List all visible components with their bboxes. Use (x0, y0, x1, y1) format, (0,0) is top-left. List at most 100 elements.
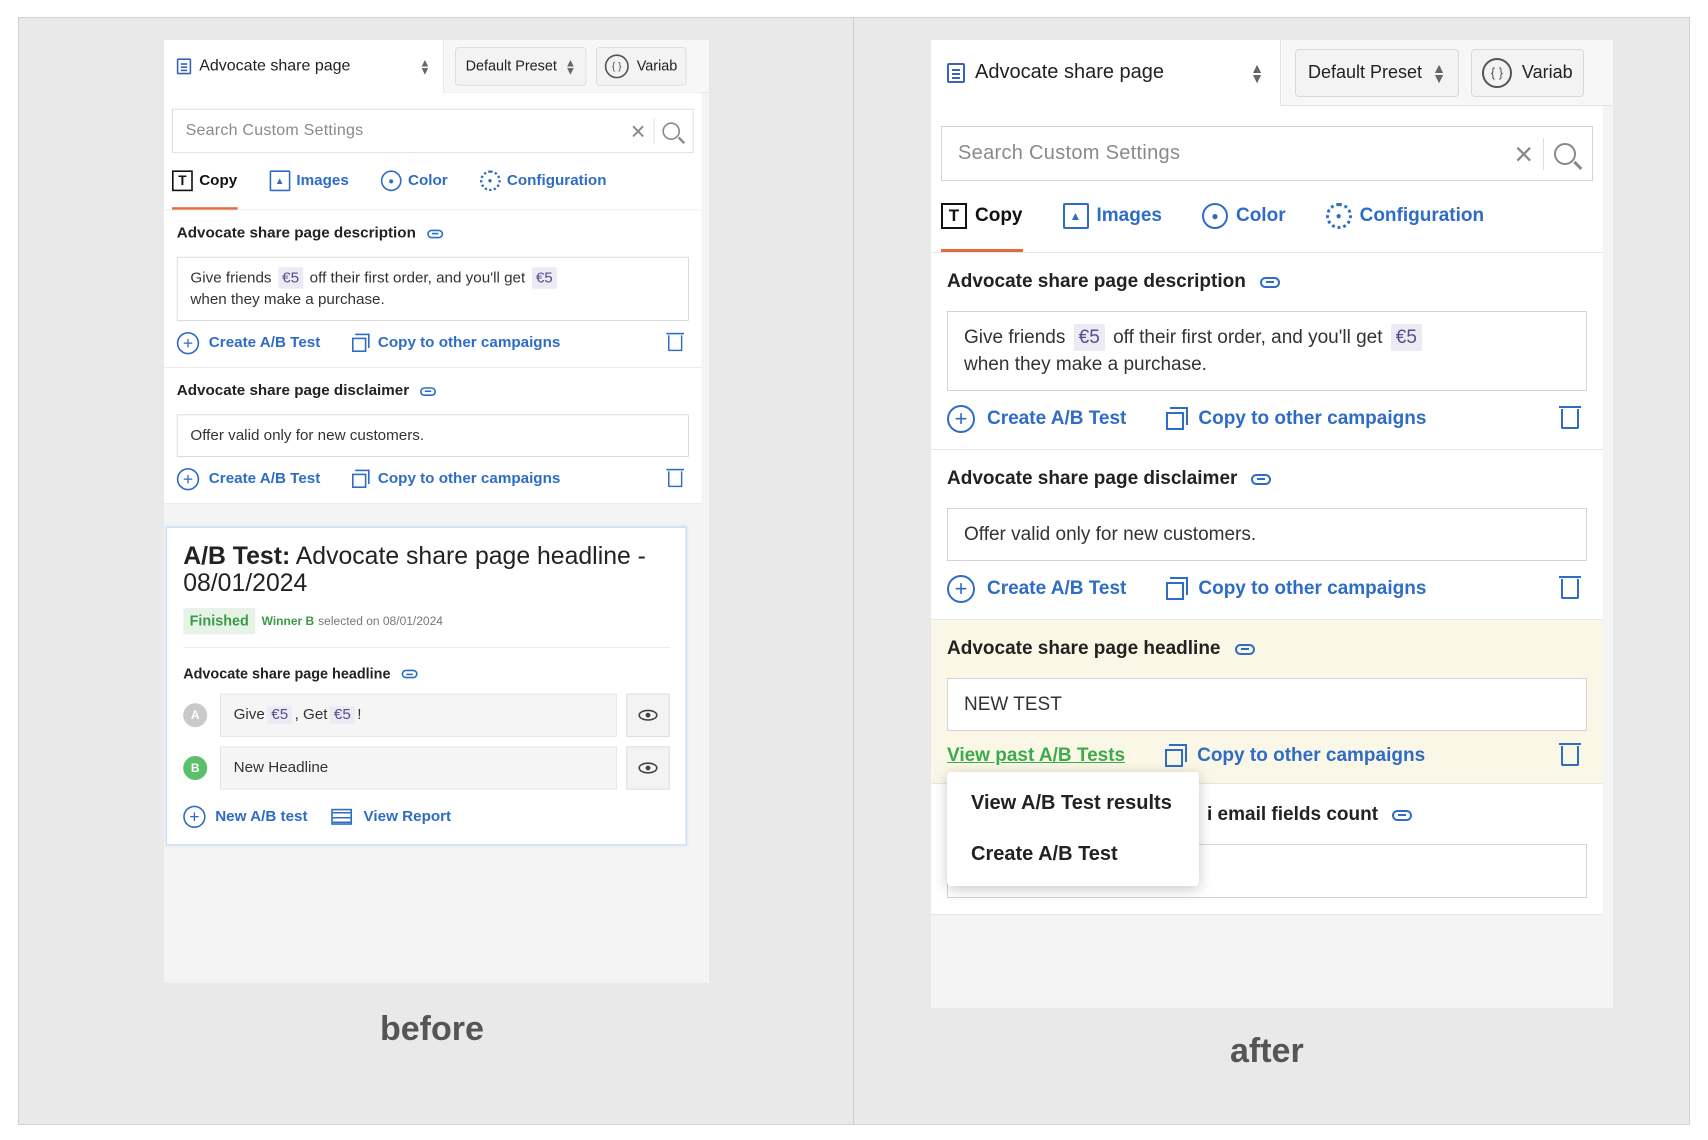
variables-button[interactable]: { } Variab (1470, 48, 1584, 97)
create-ab-test-button[interactable]: + Create A/B Test (947, 575, 1126, 603)
description-section: Advocate share page description Give fri… (931, 253, 1603, 450)
document-icon (176, 58, 192, 74)
color-drop-icon: ● (1201, 203, 1228, 229)
text-fragment: off their first order, and you'll get (1113, 327, 1383, 348)
preset-select[interactable]: Default Preset ▲ ▼ (1295, 48, 1459, 97)
status-badge: Finished (183, 608, 256, 635)
variable-chip[interactable]: €5 (329, 706, 355, 724)
view-past-ab-tests-link[interactable]: View past A/B Tests (947, 745, 1125, 767)
copy-campaigns-button[interactable]: Copy to other campaigns (1166, 407, 1426, 430)
tab-label: Configuration (1359, 205, 1485, 226)
link-icon[interactable] (1392, 809, 1413, 821)
tab-images[interactable]: ▲ Images (1062, 180, 1162, 252)
search-icon[interactable] (1554, 142, 1576, 165)
text-fragment: when they make a purchase. (964, 354, 1207, 375)
tab-copy[interactable]: T Copy (172, 152, 237, 210)
braces-icon: { } (604, 54, 629, 78)
variable-chip[interactable]: €5 (531, 267, 557, 289)
tab-copy[interactable]: T Copy (941, 180, 1023, 252)
preset-label: Default Preset (1308, 62, 1423, 82)
tab-color[interactable]: ● Color (380, 152, 448, 210)
disclaimer-field[interactable]: Offer valid only for new customers. (947, 508, 1587, 561)
headline-section: Advocate share page headline NEW TEST Vi… (931, 620, 1603, 784)
tab-bar: T Copy ▲ Images ● Color ● Configuration (164, 152, 702, 211)
preview-button[interactable] (626, 746, 670, 790)
tab-label: Color (407, 172, 448, 189)
image-icon: ▲ (1062, 203, 1089, 229)
copy-campaigns-button[interactable]: Copy to other campaigns (352, 333, 560, 352)
search-input[interactable]: Search Custom Settings × (941, 126, 1593, 181)
search-input[interactable]: Search Custom Settings × (172, 108, 694, 153)
tab-configuration[interactable]: ● Configuration (1325, 180, 1485, 252)
after-panel: Advocate share page ▲ ▼ Default Preset ▲ ▼… (931, 40, 1613, 1008)
variables-button[interactable]: { } Variab (595, 46, 687, 86)
copy-campaigns-button[interactable]: Copy to other campaigns (352, 469, 560, 488)
plus-circle-icon: + (176, 332, 200, 355)
description-field[interactable]: Give friends €5 off their first order, a… (947, 311, 1587, 391)
variant-b-row: B New Headline (183, 746, 670, 790)
link-icon[interactable] (420, 386, 437, 396)
page-select[interactable]: Advocate share page ▲ ▼ (931, 40, 1281, 106)
text-icon: T (941, 203, 967, 229)
field-value: Offer valid only for new customers. (190, 427, 425, 444)
link-icon[interactable] (401, 669, 418, 679)
view-report-button[interactable]: View Report (364, 808, 452, 826)
create-ab-test-button[interactable]: + Create A/B Test (176, 468, 320, 491)
text-fragment: Give friends (190, 269, 272, 287)
variable-chip[interactable]: €5 (267, 706, 293, 724)
copy-icon (1166, 577, 1189, 600)
field-value: Offer valid only for new customers. (964, 524, 1257, 545)
variable-chip[interactable]: €5 (1073, 324, 1105, 351)
description-field[interactable]: Give friends €5 off their first order, a… (176, 256, 689, 321)
preview-button[interactable] (626, 693, 670, 737)
page-select-label: Advocate share page (975, 61, 1165, 83)
tab-color[interactable]: ● Color (1201, 180, 1286, 252)
link-icon[interactable] (1259, 276, 1280, 288)
headline-field[interactable]: NEW TEST (947, 678, 1587, 731)
disclaimer-section: Advocate share page disclaimer Offer val… (931, 450, 1603, 620)
tab-images[interactable]: ▲ Images (269, 152, 349, 210)
text-fragment: when they make a purchase. (190, 291, 385, 308)
trash-icon[interactable] (1559, 576, 1581, 599)
section-title: Advocate share page description (176, 224, 416, 242)
new-ab-test-button[interactable]: New A/B test (215, 808, 307, 826)
trash-icon[interactable] (666, 332, 685, 352)
preset-select[interactable]: Default Preset ▲ ▼ (455, 46, 587, 86)
tab-label: Images (1096, 205, 1162, 226)
gear-icon: ● (1325, 203, 1352, 229)
winner-label: Winner B (261, 614, 315, 628)
copy-icon (352, 469, 370, 488)
trash-icon[interactable] (1559, 406, 1581, 429)
trash-icon[interactable] (666, 468, 685, 488)
search-icon[interactable] (662, 122, 680, 140)
copy-campaigns-button[interactable]: Copy to other campaigns (1166, 577, 1426, 600)
image-icon: ▲ (269, 170, 290, 192)
variables-label: Variab (636, 57, 678, 74)
variant-b-field[interactable]: New Headline (220, 746, 617, 790)
variant-a-field[interactable]: Give €5 , Get €5 ! (220, 693, 617, 737)
after-caption: after (1230, 1032, 1304, 1070)
selected-date: selected on 08/01/2024 (318, 614, 443, 628)
link-icon[interactable] (1251, 473, 1272, 485)
create-ab-test-button[interactable]: + Create A/B Test (176, 332, 320, 355)
chevron-updown-icon: ▲ ▼ (419, 55, 431, 77)
create-ab-test-button[interactable]: + Create A/B Test (947, 405, 1126, 433)
clear-icon[interactable]: × (1514, 137, 1544, 170)
variable-chip[interactable]: €5 (1390, 324, 1422, 351)
page-select[interactable]: Advocate share page ▲ ▼ (164, 40, 444, 93)
tab-configuration[interactable]: ● Configuration (479, 152, 607, 210)
menu-item-create-ab-test[interactable]: Create A/B Test (947, 829, 1199, 880)
disclaimer-field[interactable]: Offer valid only for new customers. (176, 414, 689, 457)
copy-campaigns-button[interactable]: Copy to other campaigns (1165, 744, 1425, 767)
variant-b-badge: B (183, 756, 208, 780)
link-icon[interactable] (427, 229, 444, 238)
trash-icon[interactable] (1559, 743, 1581, 766)
variable-chip[interactable]: €5 (278, 267, 304, 289)
text-fragment: Give friends (964, 327, 1066, 348)
tab-bar: T Copy ▲ Images ● Color ● Configuration (931, 181, 1603, 253)
menu-item-view-results[interactable]: View A/B Test results (947, 778, 1199, 829)
top-bar: Advocate share page ▲ ▼ Default Preset ▲ ▼… (931, 40, 1613, 106)
link-icon[interactable] (1234, 643, 1255, 655)
tab-label: Copy (199, 172, 238, 189)
clear-icon[interactable]: × (631, 118, 655, 144)
